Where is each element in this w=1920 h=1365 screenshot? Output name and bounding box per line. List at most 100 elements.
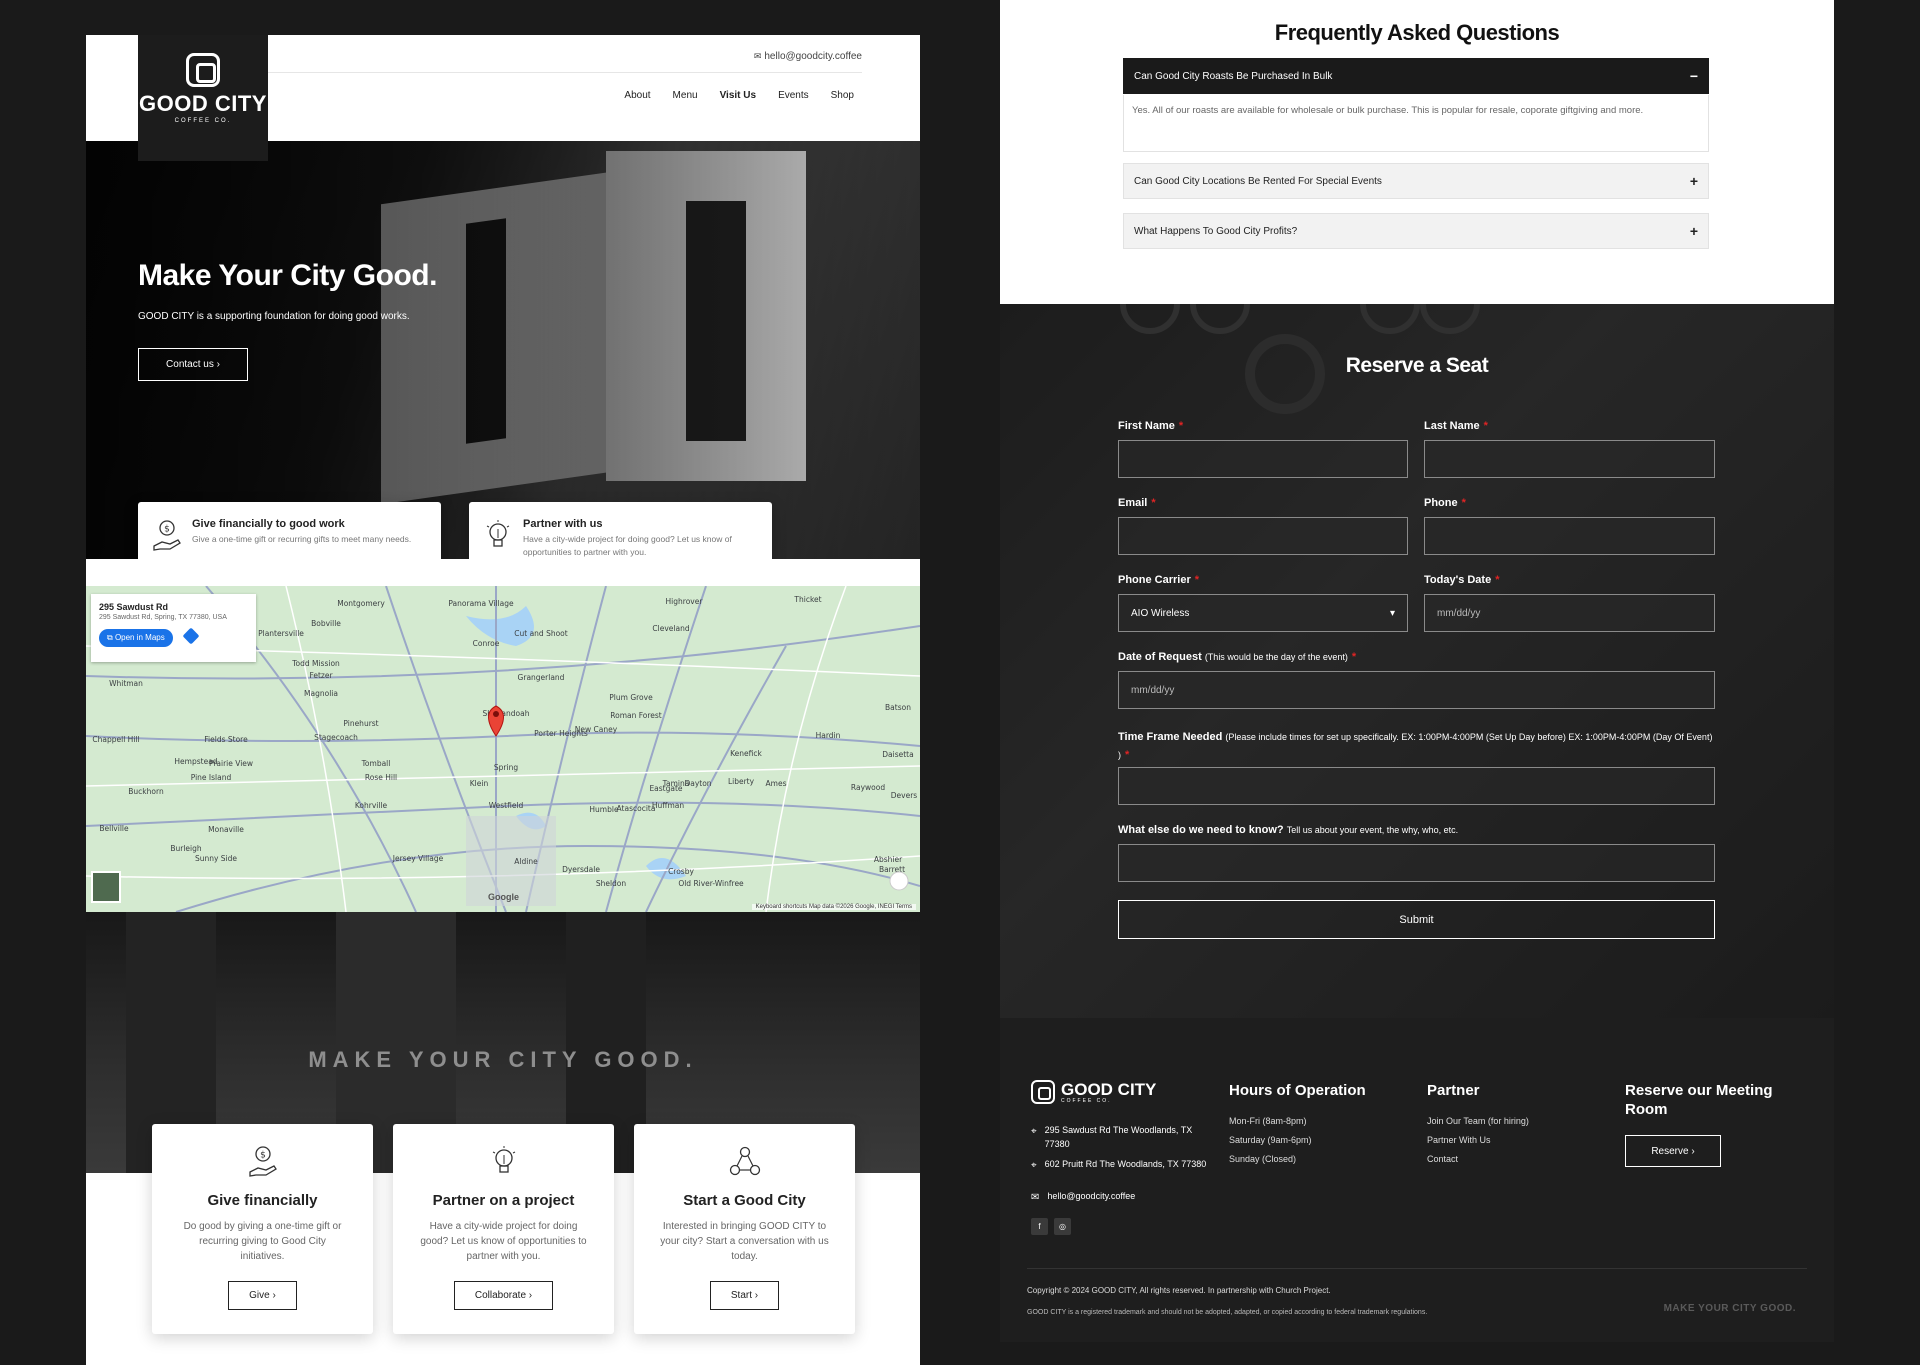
map-place-label: Liberty [728,777,755,786]
faq-item-rent[interactable]: Can Good City Locations Be Rented For Sp… [1123,163,1709,199]
facebook-icon[interactable]: f [1031,1218,1048,1235]
map-place-label: Westfield [489,801,524,810]
collaborate-button[interactable]: Collaborate › [453,1281,554,1310]
site-footer: GOOD CITY COFFEE CO. ⌖ 295 Sawdust Rd The… [1000,1018,1834,1342]
map-info-card: 295 Sawdust Rd 295 Sawdust Rd, Spring, T… [91,594,256,662]
nav-about[interactable]: About [624,90,650,101]
start-button[interactable]: Start › [709,1281,780,1310]
reserve-title: Reserve our Meeting Room [1625,1082,1773,1118]
card-description: Give a one-time gift or recurring gifts … [192,534,412,544]
nav-events[interactable]: Events [778,90,809,101]
contact-us-button[interactable]: Contact us › [138,348,248,381]
todays-date-input[interactable]: mm/dd/yy [1424,594,1715,632]
site-logo[interactable]: GOOD CITY COFFEE CO. [138,35,268,161]
phone-input[interactable] [1424,517,1715,555]
time-frame-input[interactable] [1118,767,1715,805]
nav-shop[interactable]: Shop [831,90,854,101]
faq-item-profits[interactable]: What Happens To Good City Profits? + [1123,213,1709,249]
phone-carrier-select[interactable]: AIO Wireless ▾ [1118,594,1408,632]
map-place-label: Aldine [514,857,538,866]
header-divider [268,72,862,73]
trademark-text: GOOD CITY is a registered trademark and … [1027,1309,1428,1316]
card-description: Have a city-wide project for doing good?… [523,534,732,557]
motto-heading: MAKE YOUR CITY GOOD. [308,1047,698,1072]
map-attribution[interactable]: Keyboard shortcuts Map data ©2026 Google… [751,904,916,910]
last-name-input[interactable] [1424,440,1715,478]
reserve-button[interactable]: Reserve › [1625,1135,1721,1167]
join-our-team-link[interactable]: Join Our Team (for hiring) [1427,1116,1529,1126]
nav-visit-us[interactable]: Visit Us [720,90,757,101]
cta-section: MAKE YOUR CITY GOOD. $ Give financially … [86,912,920,1365]
expand-icon[interactable]: + [1690,223,1698,239]
cta-card-title: Partner on a project [432,1192,575,1209]
phone-carrier-label: Phone Carrier * [1118,574,1199,586]
email-input[interactable] [1118,517,1408,555]
map-place-label: Kohrville [355,801,388,810]
google-map[interactable]: Montgomery Panorama Village Highrover Thick… [86,586,920,912]
open-in-maps-button[interactable]: ⧉ Open in Maps [99,629,173,647]
footer-email-link[interactable]: hello@goodcity.coffee [1047,1190,1135,1206]
label-note: (This would be the day of the event) [1204,652,1348,662]
hero-subtitle: GOOD CITY is a supporting foundation for… [138,311,410,322]
envelope-icon: ✉ [1031,1192,1040,1203]
contact-link[interactable]: Contact [1427,1154,1458,1164]
faq-answer: Yes. All of our roasts are available for… [1123,95,1709,152]
give-button[interactable]: Give › [228,1281,297,1310]
cta-card-title: Start a Good City [683,1192,806,1209]
faq-item-bulk[interactable]: Can Good City Roasts Be Purchased In Bul… [1123,58,1709,94]
label-text: What else do we need to know? [1118,824,1284,836]
expand-icon[interactable]: + [1690,173,1698,189]
label-text: Today's Date [1424,574,1492,586]
collapse-icon[interactable]: − [1690,68,1698,84]
header-email-link[interactable]: hello@goodcity.coffee [764,51,862,62]
nav-menu[interactable]: Menu [673,90,698,101]
give-financially-card[interactable]: $ Give financially to good work Give a o… [138,502,441,559]
map-place-label: Chappell Hill [92,735,139,744]
faq-question: Can Good City Roasts Be Purchased In Bul… [1134,70,1333,82]
right-page-screenshot: Frequently Asked Questions Can Good City… [1000,0,1834,1342]
additional-info-input[interactable] [1118,844,1715,882]
map-place-label: Atascocita [617,804,656,813]
form-title: Reserve a Seat [1345,354,1489,377]
directions-icon[interactable] [182,627,200,645]
label-text: First Name [1118,420,1175,432]
hours-sunday: Sunday (Closed) [1229,1154,1297,1164]
first-name-input[interactable] [1118,440,1408,478]
submit-button[interactable]: Submit [1118,900,1715,939]
card-title: Give financially to good work [192,518,345,530]
address-text: 295 Sawdust Rd The Woodlands, TX 77380 [1044,1125,1193,1149]
location-pin-dot [493,711,499,717]
map-place-label: Pine Island [191,773,232,782]
map-place-label: Todd Mission [291,659,340,668]
label-text: Email [1118,497,1148,509]
required-asterisk: * [1461,497,1466,509]
map-place-label: Plantersville [258,629,304,638]
map-place-label: Highrover [666,597,704,606]
label-text: Date of Request [1118,651,1202,663]
date-request-input[interactable]: mm/dd/yy [1118,671,1715,709]
map-place-label: Cleveland [652,624,689,633]
cta-card-description: Interested in bringing GOOD CITY to your… [660,1221,829,1262]
instagram-icon[interactable]: ◎ [1054,1218,1071,1235]
chevron-down-icon: ▾ [1389,607,1395,619]
map-place-label: Devers [891,791,918,800]
header-email[interactable]: ✉ hello@goodcity.coffee [754,51,862,62]
partner-with-us-link[interactable]: Partner With Us [1427,1135,1491,1145]
logo-mark-icon [186,53,220,87]
label-note: Tell us about your event, the why, who, … [1286,825,1459,835]
required-asterisk: * [1194,574,1200,586]
partner-with-us-card[interactable]: Partner with us Have a city-wide project… [469,502,772,559]
card-title: Partner with us [523,518,603,530]
start-good-city-cta-card: Start a Good City Interested in bringing… [634,1124,855,1334]
last-name-label: Last Name * [1424,420,1488,432]
faq-title: Frequently Asked Questions [1274,20,1560,45]
footer-logo[interactable]: GOOD CITY COFFEE CO. [1031,1080,1156,1104]
todays-date-label: Today's Date * [1424,574,1500,586]
footer-email[interactable]: ✉ hello@goodcity.coffee [1031,1190,1211,1206]
map-place-label: Magnolia [304,689,338,698]
cta-card-description: Have a city-wide project for doing good?… [420,1221,587,1262]
map-place-label: Fetzer [309,671,333,680]
main-nav: About Menu Visit Us Events Shop [624,90,854,101]
map-place-label: Buckhorn [128,787,164,796]
map-place-label: Bobville [311,619,341,628]
